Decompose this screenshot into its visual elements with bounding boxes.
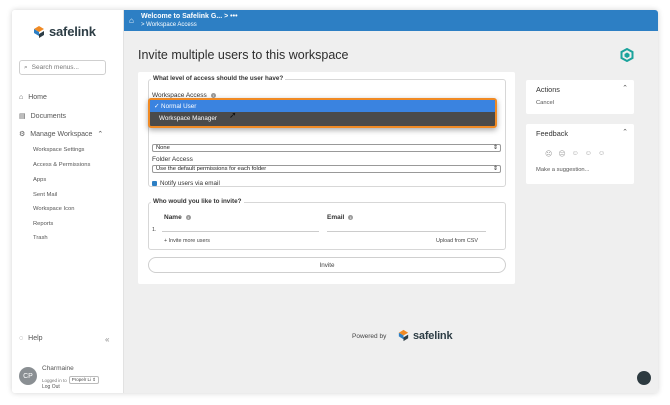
face-icon[interactable]: ☺ [585,150,592,158]
workspace-hex-icon[interactable] [620,48,634,62]
second-access-select-value: None [156,145,170,151]
invite-more-link[interactable]: + Invite more users [164,238,210,244]
email-input[interactable] [327,224,486,232]
documents-icon: ▤ [19,113,26,120]
main-content: Invite multiple users to this workspace … [124,31,658,393]
breadcrumb-separator: > [224,13,229,20]
sidebar-item-sent-mail[interactable]: Sent Mail [33,192,57,198]
email-header: Email i [327,214,354,221]
app-window: safelink ⌕ Search menus... ⌂ Home ▤ Docu… [12,10,658,393]
sidebar-item-access-permissions[interactable]: Access & Permissions [33,162,90,168]
org-select-value: Propelr Li [71,377,92,382]
search-placeholder: Search menus... [31,64,79,71]
folder-access-value: Use the default permissions for each fol… [156,166,267,172]
feedback-panel: Feedback ⌃ ☹ ☹ ☺ ☺ ☺ Make a suggestion..… [526,124,634,184]
nav-documents[interactable]: ▤ Documents [19,112,67,121]
checkbox-checked-icon [152,181,157,186]
check-icon: ✓ [154,102,162,110]
chevron-up-icon[interactable]: ⌃ [622,84,628,92]
help-icon: ◌ [19,335,24,342]
chevron-up-icon: ⌃ [97,131,104,138]
logged-in-label: Logged in to [42,377,67,383]
brand-name: safelink [49,24,96,39]
notify-label: Notify users via email [160,180,220,187]
workspace-access-dropdown[interactable]: ✓ Normal User Workspace Manager [148,98,497,128]
sidebar-item-reports[interactable]: Reports [33,221,53,227]
select-arrows-icon: ⇕ [492,145,498,151]
select-arrows-icon: ⇕ [492,166,498,172]
name-header: Name i [164,214,191,221]
top-bar: ⌂ Welcome to Safelink G... > ••• > Works… [124,10,658,31]
sidebar: safelink ⌕ Search menus... ⌂ Home ▤ Docu… [12,10,124,393]
more-icon[interactable]: ••• [230,13,237,20]
dropdown-option-workspace-manager[interactable]: Workspace Manager [150,112,495,124]
logout-link[interactable]: Log Out [42,384,60,390]
gear-icon: ⚙ [19,131,26,138]
footer-brand-name: safelink [413,329,453,342]
face-icon[interactable]: ☹ [545,150,552,158]
avatar[interactable]: CP [19,367,37,385]
actions-panel: Actions ⌃ Cancel [526,80,634,114]
suggestion-link[interactable]: Make a suggestion... [536,167,590,173]
powered-by-label: Powered by [352,333,387,340]
face-icon[interactable]: ☹ [558,150,565,158]
info-icon[interactable]: i [348,214,354,220]
cancel-link[interactable]: Cancel [536,100,554,106]
help-label: Help [28,335,43,342]
sidebar-item-workspace-icon[interactable]: Workspace Icon [33,206,74,212]
logged-in-info: Logged in to Propelr Li ⇕ [42,376,100,384]
invite-legend: Who would you like to invite? [151,198,244,205]
invite-button[interactable]: Invite [148,257,506,273]
notify-checkbox[interactable]: Notify users via email [152,180,220,187]
folder-access-label: Folder Access [152,156,193,163]
mouse-cursor-icon: ➚ [229,110,237,120]
footer-logo: safelink [397,329,453,342]
feedback-title: Feedback [536,129,569,138]
email-header-text: Email [327,214,345,221]
nav-home[interactable]: ⌂ Home [19,94,47,101]
sidebar-item-apps[interactable]: Apps [33,177,46,183]
option-label: Normal User [161,102,197,110]
name-input[interactable] [162,224,319,232]
nav-documents-label: Documents [30,112,67,120]
upload-csv-link[interactable]: Upload from CSV [436,238,478,244]
row-number: 1. [152,227,157,233]
brand-logo[interactable]: safelink [32,24,96,39]
safelink-logo-icon [34,25,44,38]
face-icon[interactable]: ☺ [598,150,605,158]
face-icon[interactable]: ☺ [572,150,579,158]
safelink-logo-icon [398,329,409,342]
breadcrumb[interactable]: > Workspace Access [141,22,197,28]
search-input[interactable]: ⌕ Search menus... [19,60,106,75]
search-icon: ⌕ [24,63,28,71]
collapse-sidebar-icon[interactable]: « [105,335,109,344]
help-link[interactable]: ◌ Help [19,335,43,342]
name-header-text: Name [164,214,182,221]
workspace-title-text: Welcome to Safelink G... [141,13,223,20]
nav-manage-workspace-label: Manage Workspace [30,130,93,138]
home-icon[interactable]: ⌂ [129,16,134,25]
chat-icon[interactable] [637,371,651,385]
sidebar-item-workspace-settings[interactable]: Workspace Settings [33,147,84,153]
org-select[interactable]: Propelr Li ⇕ [68,376,100,384]
home-icon: ⌂ [19,94,24,101]
second-access-select[interactable]: None ⇕ [152,144,501,152]
folder-access-select[interactable]: Use the default permissions for each fol… [152,165,501,173]
workspace-title[interactable]: Welcome to Safelink G... > ••• [141,13,238,20]
chevron-up-icon[interactable]: ⌃ [622,128,628,136]
access-legend: What level of access should the user hav… [151,75,286,82]
nav-manage-workspace[interactable]: ⚙ Manage Workspace ⌃ [19,130,104,139]
actions-title: Actions [536,85,560,94]
nav-home-label: Home [28,94,47,101]
page-title: Invite multiple users to this workspace [138,48,349,62]
sidebar-item-trash[interactable]: Trash [33,235,48,241]
user-name: Charmaine [42,365,74,372]
dropdown-option-normal-user[interactable]: ✓ Normal User [150,100,495,112]
rating-faces: ☹ ☹ ☺ ☺ ☺ [545,150,605,158]
info-icon[interactable]: i [185,214,191,220]
